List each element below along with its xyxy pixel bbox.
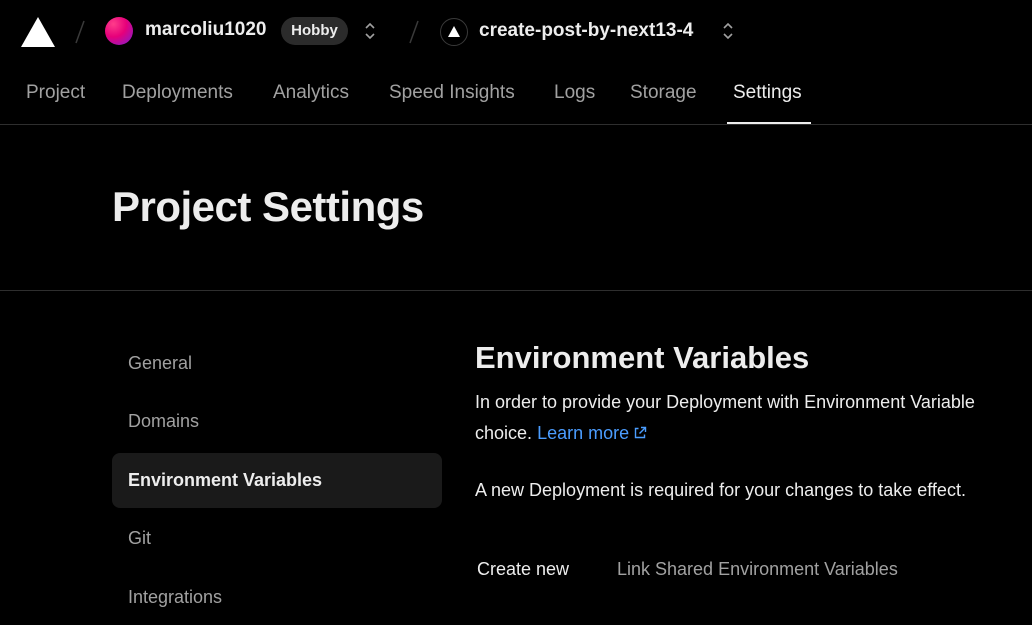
active-tab-indicator (727, 122, 811, 124)
tab-create-new[interactable]: Create new (477, 559, 569, 580)
learn-more-label: Learn more (537, 423, 630, 443)
page-header: Project Settings (0, 125, 1032, 291)
tab-deployments[interactable]: Deployments (122, 82, 233, 104)
learn-more-link[interactable]: Learn more (537, 423, 648, 443)
team-avatar[interactable] (105, 17, 133, 45)
external-link-icon (634, 426, 647, 439)
sidebar-item-domains[interactable]: Domains (112, 394, 442, 449)
vercel-triangle-icon (448, 26, 460, 37)
description-line-1: In order to provide your Deployment with… (475, 392, 975, 412)
top-bar: marcoliu1020 Hobby create-post-by-next13… (0, 0, 1032, 62)
tab-speed-insights[interactable]: Speed Insights (389, 82, 515, 104)
team-name[interactable]: marcoliu1020 (145, 19, 266, 41)
project-switcher-chevron-icon[interactable] (721, 19, 735, 43)
tab-analytics[interactable]: Analytics (273, 82, 349, 104)
project-icon[interactable] (440, 18, 468, 46)
project-name[interactable]: create-post-by-next13-4 (479, 20, 693, 42)
tab-storage[interactable]: Storage (630, 82, 697, 104)
breadcrumb-separator-icon (408, 19, 420, 45)
page-title: Project Settings (112, 183, 424, 230)
section-description: In order to provide your Deployment with… (475, 387, 1032, 449)
project-tabs: Project Deployments Analytics Speed Insi… (0, 62, 1032, 125)
tab-link-shared-env-vars[interactable]: Link Shared Environment Variables (617, 559, 898, 580)
redeploy-notice: A new Deployment is required for your ch… (475, 480, 966, 500)
tab-project[interactable]: Project (26, 82, 85, 104)
vercel-logo-icon[interactable] (20, 16, 56, 48)
team-switcher-chevron-icon[interactable] (363, 19, 377, 43)
breadcrumb-separator-icon (74, 19, 86, 45)
section-title: Environment Variables (475, 340, 810, 375)
sidebar-item-environment-variables[interactable]: Environment Variables (112, 453, 442, 508)
description-line-2: choice. (475, 423, 533, 443)
tab-settings[interactable]: Settings (733, 82, 802, 104)
tab-logs[interactable]: Logs (554, 82, 595, 104)
sidebar-item-integrations[interactable]: Integrations (112, 570, 442, 625)
plan-badge: Hobby (281, 17, 348, 45)
sidebar-item-git[interactable]: Git (112, 511, 442, 566)
sidebar-item-general[interactable]: General (112, 336, 442, 391)
